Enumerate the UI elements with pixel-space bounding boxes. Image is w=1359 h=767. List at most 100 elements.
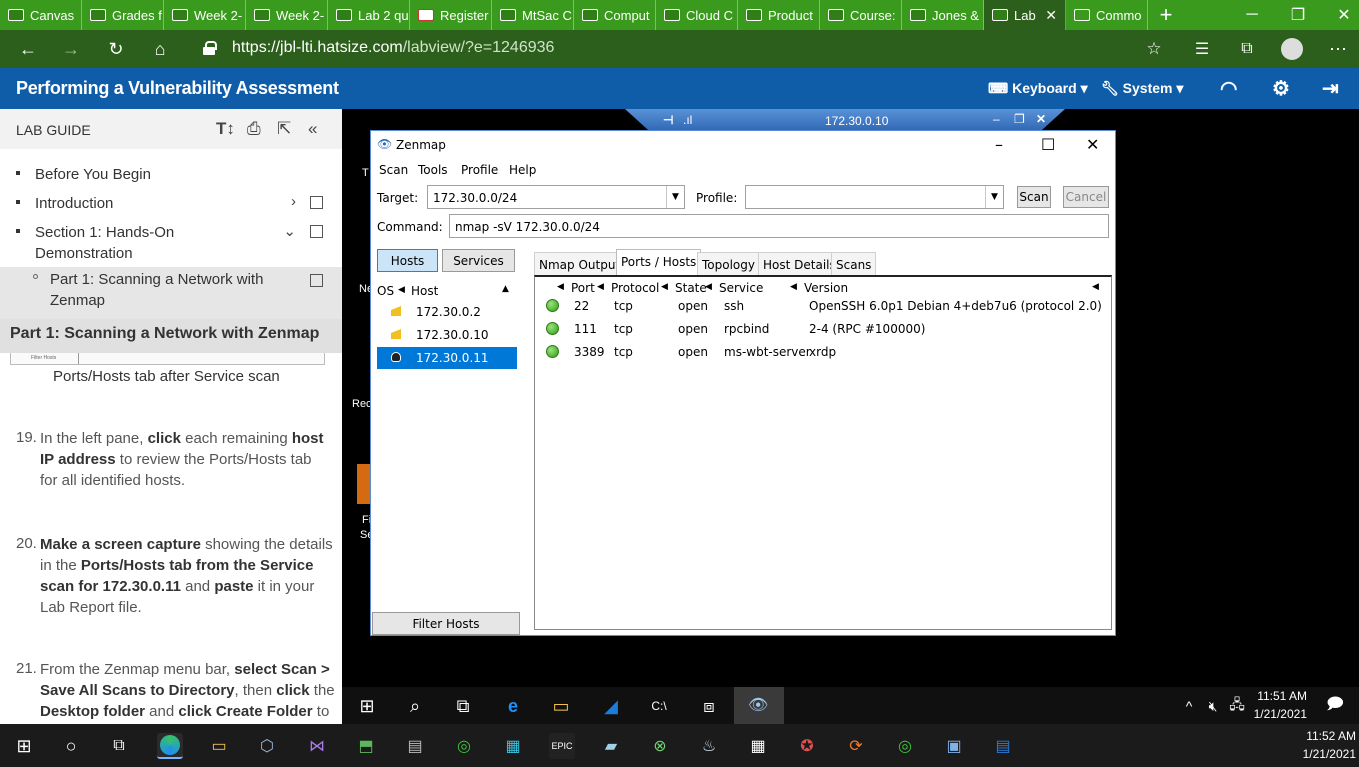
menu-profile[interactable]: Profile bbox=[461, 163, 498, 177]
tab-nmap-output[interactable]: Nmap Output bbox=[534, 252, 626, 276]
command-field[interactable]: nmap -sV 172.30.0.0/24 bbox=[449, 214, 1109, 238]
table-row[interactable]: 22 tcp open ssh OpenSSH 6.0p1 Debian 4+d… bbox=[535, 296, 1111, 318]
epic-games-icon[interactable]: EPIC bbox=[549, 733, 575, 759]
system-menu[interactable]: 🔧︎ System ▾ bbox=[1101, 80, 1183, 97]
host-clock[interactable]: 11:52 AM 1/21/2021 bbox=[1290, 727, 1356, 763]
cancel-button[interactable]: Cancel bbox=[1063, 186, 1109, 208]
chevron-down-icon[interactable]: ▼ bbox=[985, 186, 1003, 208]
menu-tools[interactable]: Tools bbox=[418, 163, 448, 177]
forward-icon[interactable]: → bbox=[60, 38, 82, 60]
desktop-app-icon[interactable] bbox=[357, 464, 371, 504]
popout-icon[interactable]: ⇱ bbox=[277, 119, 291, 139]
zenmap-taskbar-button[interactable]: 👁︎ bbox=[734, 687, 784, 724]
checkbox[interactable] bbox=[310, 196, 323, 209]
rdp-minimize-icon[interactable]: – bbox=[993, 112, 1000, 126]
browser-tab[interactable]: Register bbox=[410, 0, 492, 30]
app-icon[interactable]: ✪ bbox=[794, 733, 820, 759]
browser-tab[interactable]: Comput bbox=[574, 0, 656, 30]
windows-start-icon[interactable]: ⊞ bbox=[11, 733, 37, 759]
favorite-star-icon[interactable]: ☆ bbox=[1143, 38, 1165, 60]
internet-explorer-icon[interactable]: e bbox=[500, 693, 526, 719]
collections-icon[interactable]: ⧉ bbox=[1236, 38, 1258, 60]
url-field[interactable]: https://jbl-lti.hatsize.com/labview/?e=1… bbox=[232, 39, 554, 57]
visual-studio-icon[interactable]: ⋈ bbox=[304, 733, 330, 759]
host-row-selected[interactable]: 172.30.0.11 bbox=[377, 347, 517, 369]
scan-button[interactable]: Scan bbox=[1017, 186, 1051, 208]
edge-icon[interactable] bbox=[157, 733, 183, 759]
protocol-column-header[interactable]: Protocol bbox=[611, 281, 659, 295]
pin-icon[interactable]: ⊣ bbox=[663, 113, 673, 127]
app-ring-icon[interactable]: ◎ bbox=[892, 733, 918, 759]
gear-icon[interactable]: ⚙ bbox=[1272, 76, 1290, 101]
rdp-restore-icon[interactable]: ❐ bbox=[1014, 112, 1025, 126]
file-explorer-icon[interactable]: ▭ bbox=[548, 693, 574, 719]
back-icon[interactable]: ← bbox=[17, 38, 39, 60]
exit-icon[interactable]: ⇥ bbox=[1322, 76, 1339, 101]
more-options-icon[interactable]: ⋯ bbox=[1327, 38, 1349, 60]
browser-tab[interactable]: Grades f bbox=[82, 0, 164, 30]
calculator-icon[interactable]: ▦ bbox=[745, 733, 771, 759]
word-icon[interactable]: ▤ bbox=[990, 733, 1016, 759]
server-manager-icon[interactable]: ◢ bbox=[598, 693, 624, 719]
collapse-icon[interactable]: « bbox=[308, 119, 317, 139]
desktop-icon-label[interactable]: Rec bbox=[352, 398, 372, 410]
remote-clock[interactable]: 11:51 AM 1/21/2021 bbox=[1242, 687, 1307, 723]
chevron-down-icon[interactable]: ▼ bbox=[666, 186, 684, 208]
tab-ports-hosts[interactable]: Ports / Hosts bbox=[616, 249, 702, 277]
toc-item-section-1[interactable]: Section 1: Hands-On Demonstration ⌄ bbox=[0, 222, 342, 266]
xbox-icon[interactable]: ⊗ bbox=[647, 733, 673, 759]
browser-tab[interactable]: Week 2- bbox=[246, 0, 328, 30]
browser-tab-active[interactable]: Lab ✕ bbox=[984, 0, 1066, 30]
browser-tab[interactable]: Cloud C bbox=[656, 0, 738, 30]
search-icon[interactable]: ⌕ bbox=[402, 693, 428, 719]
browser-tab[interactable]: Week 2- bbox=[164, 0, 246, 30]
task-view-icon[interactable]: ⧉ bbox=[450, 693, 476, 719]
notification-icon[interactable]: 🗩 bbox=[1322, 693, 1348, 719]
refresh-icon[interactable]: ↻ bbox=[105, 38, 127, 60]
chevron-right-icon[interactable]: › bbox=[291, 193, 296, 210]
wifi-icon[interactable]: ◠ bbox=[1220, 76, 1237, 101]
app-icon[interactable]: ▤ bbox=[402, 733, 428, 759]
windows-start-icon[interactable]: ⊞ bbox=[354, 693, 380, 719]
host-row[interactable]: 172.30.0.2 bbox=[377, 301, 517, 323]
tab-scans[interactable]: Scans bbox=[831, 252, 877, 276]
profile-combo[interactable]: ▼ bbox=[745, 185, 1004, 209]
browser-tab[interactable]: Commo bbox=[1066, 0, 1148, 30]
new-tab-button[interactable]: + bbox=[1148, 0, 1184, 30]
state-column-header[interactable]: State bbox=[675, 281, 707, 295]
host-row[interactable]: 172.30.0.10 bbox=[377, 324, 517, 346]
app-icon[interactable]: ▦ bbox=[500, 733, 526, 759]
desktop-icon-label[interactable]: T bbox=[362, 167, 369, 179]
menu-scan[interactable]: Scan bbox=[379, 163, 408, 177]
tab-topology[interactable]: Topology bbox=[697, 252, 760, 276]
favorites-icon[interactable]: ☰ bbox=[1191, 38, 1213, 60]
toc-item-introduction[interactable]: Introduction › bbox=[0, 193, 342, 215]
browser-tab[interactable]: Product bbox=[738, 0, 820, 30]
file-explorer-icon[interactable]: ▭ bbox=[206, 733, 232, 759]
host-column-header[interactable]: Host bbox=[411, 284, 438, 298]
services-button[interactable]: Services bbox=[442, 249, 515, 272]
minimize-icon[interactable]: ─ bbox=[1229, 0, 1275, 30]
service-column-header[interactable]: Service bbox=[719, 281, 763, 295]
app-icon[interactable]: ▰ bbox=[598, 733, 624, 759]
menu-help[interactable]: Help bbox=[509, 163, 536, 177]
app-ring-icon[interactable]: ◎ bbox=[451, 733, 477, 759]
app-icon[interactable]: ▣ bbox=[941, 733, 967, 759]
text-size-icon[interactable]: T↕ bbox=[216, 119, 235, 139]
steam-icon[interactable]: ♨ bbox=[696, 733, 722, 759]
browser-tab[interactable]: Lab 2 qu bbox=[328, 0, 410, 30]
cortana-icon[interactable]: ○ bbox=[58, 733, 84, 759]
os-column-header[interactable]: OS bbox=[377, 284, 394, 298]
network-tool-icon[interactable]: ⧈ bbox=[696, 693, 722, 719]
browser-tab[interactable]: MtSac C bbox=[492, 0, 574, 30]
browser-tab[interactable]: Course: bbox=[820, 0, 902, 30]
browser-tab[interactable]: Canvas bbox=[0, 0, 82, 30]
port-column-header[interactable]: Port bbox=[571, 281, 595, 295]
print-icon[interactable]: ⎙ bbox=[247, 119, 261, 139]
close-tab-icon[interactable]: ✕ bbox=[1045, 7, 1057, 24]
app-icon[interactable]: ⬒ bbox=[353, 733, 379, 759]
minimize-icon[interactable]: – bbox=[995, 135, 1003, 154]
maximize-icon[interactable]: ☐ bbox=[1041, 135, 1055, 154]
profile-avatar-icon[interactable] bbox=[1281, 38, 1303, 60]
restore-icon[interactable]: ❐ bbox=[1275, 0, 1321, 30]
